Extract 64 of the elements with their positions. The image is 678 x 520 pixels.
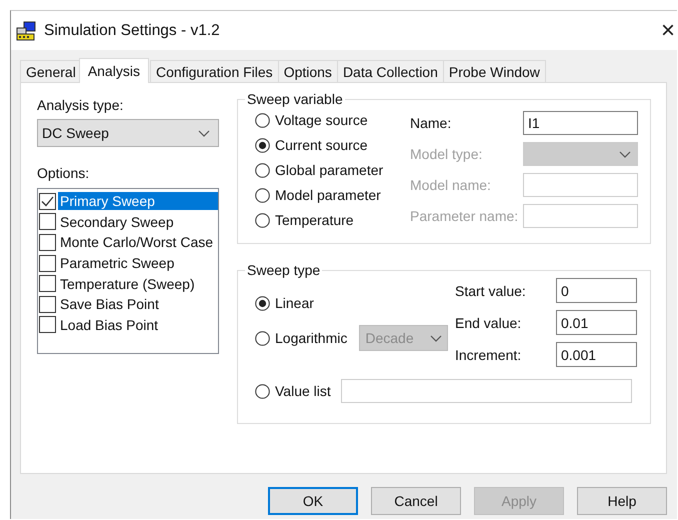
radio-button[interactable]: [255, 212, 270, 228]
radio-label: Voltage source: [275, 112, 368, 128]
option-item[interactable]: Primary Sweep: [58, 192, 218, 210]
analysis-type-dropdown[interactable]: DC Sweep: [37, 119, 219, 147]
dialog-button[interactable]: Help: [577, 487, 667, 515]
group-title: Sweep type: [246, 262, 322, 278]
field-label: Parameter name:: [410, 208, 520, 224]
group-title: Sweep variable: [246, 91, 344, 107]
dialog-button[interactable]: OK: [268, 487, 358, 515]
radio-button[interactable]: [255, 112, 270, 128]
field-label: Increment:: [455, 346, 522, 362]
app-icon: [16, 20, 38, 42]
tab[interactable]: Analysis: [78, 58, 149, 83]
dropdown-field[interactable]: [523, 142, 638, 166]
tab[interactable]: General: [20, 60, 82, 82]
field-label: Model name:: [410, 177, 492, 193]
radio-label: Linear: [275, 295, 314, 311]
radio-button[interactable]: [255, 138, 270, 152]
radio-button[interactable]: [255, 162, 270, 178]
input-field[interactable]: [340, 379, 632, 403]
radio-button[interactable]: [255, 384, 270, 398]
chevron-icon: [430, 334, 442, 342]
input-field[interactable]: 0.001: [556, 342, 637, 367]
input-field[interactable]: I1: [523, 111, 638, 135]
options-label: Options:: [37, 165, 90, 181]
field-label: Model type:: [410, 146, 484, 162]
radio-label: Value list: [275, 383, 331, 399]
radio-label: Temperature: [275, 212, 354, 228]
field-label: Start value:: [455, 282, 527, 298]
checkbox[interactable]: [39, 254, 56, 272]
input-field[interactable]: [523, 173, 638, 197]
chevron-icon: [198, 130, 210, 136]
field-label: End value:: [455, 314, 522, 330]
checkbox[interactable]: [39, 213, 56, 230]
checkbox[interactable]: [39, 234, 56, 251]
checkbox[interactable]: [39, 316, 56, 334]
window-title: Simulation Settings - v1.2: [44, 22, 220, 40]
option-item[interactable]: Temperature (Sweep): [58, 274, 197, 293]
radio-button[interactable]: [255, 296, 270, 310]
option-item[interactable]: Parametric Sweep: [58, 254, 176, 272]
chevron-icon: [619, 150, 631, 158]
analysis-type-label: Analysis type:: [37, 97, 124, 113]
input-field[interactable]: 0: [556, 278, 637, 303]
radio-label: Model parameter: [275, 187, 381, 203]
checkbox[interactable]: [39, 192, 56, 210]
field-label: Name:: [410, 115, 452, 131]
input-field[interactable]: 0.01: [556, 310, 637, 335]
radio-label: Logarithmic: [275, 330, 348, 346]
radio-label: Global parameter: [275, 162, 384, 178]
tab[interactable]: Probe Window: [442, 60, 546, 82]
tab[interactable]: Options: [278, 60, 338, 82]
option-item[interactable]: Save Bias Point: [58, 295, 161, 314]
radio-button[interactable]: [255, 188, 270, 202]
option-item[interactable]: Secondary Sweep: [58, 212, 176, 231]
radio-label: Current source: [275, 137, 368, 153]
input-field[interactable]: [523, 204, 638, 228]
dialog-button[interactable]: Cancel: [371, 487, 462, 515]
checkbox[interactable]: [39, 296, 56, 313]
tab[interactable]: Configuration Files: [150, 60, 279, 82]
option-item[interactable]: Load Bias Point: [58, 316, 160, 334]
checkbox[interactable]: [39, 275, 56, 292]
option-item[interactable]: Monte Carlo/Worst Case: [58, 233, 216, 252]
close-button[interactable]: ×: [660, 18, 675, 42]
radio-button[interactable]: [255, 330, 270, 346]
